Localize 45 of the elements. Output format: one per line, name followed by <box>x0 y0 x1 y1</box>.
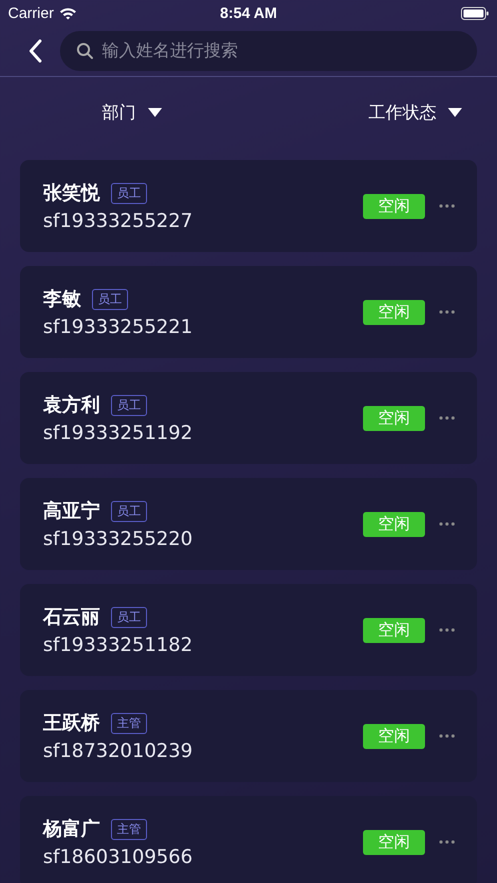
employee-card[interactable]: 石云丽 员工 sf19333251182 空闲 <box>20 584 477 676</box>
employee-name: 高亚宁 <box>43 499 100 524</box>
status-tag: 空闲 <box>363 830 425 854</box>
employee-card[interactable]: 袁方利 员工 sf19333251192 空闲 <box>20 372 477 464</box>
account-id: sf19333251182 <box>43 634 194 656</box>
filter-dropdown[interactable]: 工作状态 <box>214 100 497 124</box>
battery-icon <box>461 6 489 20</box>
employee-name: 王跃桥 <box>43 711 100 736</box>
employee-name: 袁方利 <box>43 393 100 418</box>
employee-card[interactable]: 高亚宁 员工 sf19333255220 空闲 <box>20 478 477 570</box>
time-label: 8:54 AM <box>220 4 277 22</box>
role-tag: 员工 <box>111 182 147 204</box>
status-tag: 空闲 <box>363 724 425 748</box>
account-id: sf19333255221 <box>43 316 194 338</box>
employee-card[interactable]: 王跃桥 主管 sf18732010239 空闲 <box>20 690 477 782</box>
caret-icon <box>148 108 162 116</box>
employee-name: 石云丽 <box>43 605 100 630</box>
status-tag: 空闲 <box>363 618 425 642</box>
status-tag: 空闲 <box>363 512 425 536</box>
wifi-icon <box>58 6 77 20</box>
role-tag: 员工 <box>111 394 147 416</box>
employee-name: 李敏 <box>43 287 81 312</box>
carrier-label: Carrier <box>8 4 54 22</box>
account-id: sf19333255220 <box>43 528 194 550</box>
status-tag: 空闲 <box>363 194 425 218</box>
role-tag: 员工 <box>111 500 147 522</box>
back-button[interactable] <box>28 39 42 63</box>
status-tag: 空闲 <box>363 406 425 430</box>
employee-name: 杨富广 <box>43 817 100 842</box>
role-tag: 员工 <box>92 288 128 310</box>
employee-card[interactable]: 李敏 员工 sf19333255221 空闲 <box>20 266 477 358</box>
account-id: sf18603109566 <box>43 846 194 868</box>
employee-name: 张笑悦 <box>43 181 100 206</box>
role-tag: 员工 <box>111 606 147 628</box>
employee-card[interactable]: 张笑悦 员工 sf19333255227 空闲 <box>20 160 477 252</box>
search-field[interactable]: 输入姓名进行搜索 <box>60 31 477 71</box>
employee-card[interactable]: 杨富广 主管 sf18603109566 空闲 <box>20 796 477 883</box>
role-tag: 主管 <box>111 712 147 734</box>
filter-dropdown[interactable]: 部门 <box>0 100 214 124</box>
caret-icon <box>448 108 462 116</box>
account-id: sf18732010239 <box>43 740 194 762</box>
account-id: sf19333255227 <box>43 210 194 232</box>
role-tag: 主管 <box>111 818 147 840</box>
account-id: sf19333251192 <box>43 422 194 444</box>
status-tag: 空闲 <box>363 300 425 324</box>
